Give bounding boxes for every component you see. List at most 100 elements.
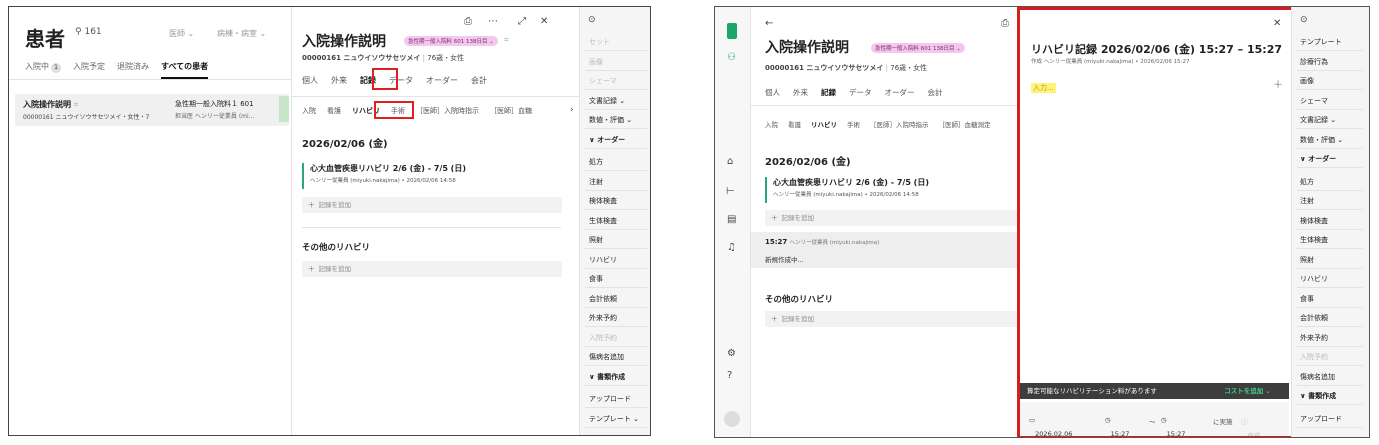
rehab-record[interactable]: 心大血管疾患リハビリ 2/6 (金) - 7/5 (日) ヘンリー従業員 (mi… xyxy=(765,177,1015,203)
tab-outpatient[interactable]: 外来 xyxy=(331,75,347,86)
patient-id-line: 00000161 ニュウイソウサセツメイ | 76歳・女性 xyxy=(765,64,928,72)
settings-icon[interactable]: ⚙ xyxy=(727,349,736,359)
add-record-button[interactable]: ＋記録を追加 xyxy=(765,210,1019,226)
sidebar-item[interactable]: リハビリ xyxy=(1300,274,1328,284)
sidebar-divider xyxy=(585,170,647,171)
close-icon[interactable]: ✕ xyxy=(540,17,548,27)
sidebar-item[interactable]: 処方 xyxy=(589,157,603,167)
sidebar-item[interactable]: アップロード xyxy=(589,394,631,404)
subtab-surgery[interactable]: 手術 xyxy=(847,119,860,129)
sidebar-item[interactable]: 生体検査 xyxy=(1300,235,1328,245)
sidebar-item[interactable]: ∨ オーダー xyxy=(1300,154,1336,164)
subtab-rehab[interactable]: リハビリ xyxy=(811,119,837,129)
subtab-glucose[interactable]: ［医師］血糖 xyxy=(490,106,532,116)
ward-badge[interactable]: 急性期一般入院料 601 138日目 ⌄ xyxy=(871,43,965,53)
sidebar-item[interactable]: テンプレート xyxy=(1300,37,1342,47)
subtab-nursing[interactable]: 看護 xyxy=(327,106,341,116)
ward-filter[interactable]: 病棟・病室 ⌄ xyxy=(217,28,266,39)
tab-discharged[interactable]: 退院済み xyxy=(117,61,149,79)
bell-nav-icon[interactable]: ♫ xyxy=(727,243,736,253)
rehab-record[interactable]: 心大血管疾患リハビリ 2/6 (金) - 7/5 (日) ヘンリー従業員 (mi… xyxy=(302,163,562,189)
sidebar-divider xyxy=(585,50,647,51)
doctor-filter[interactable]: 医師 ⌄ xyxy=(169,28,194,39)
sidebar-item[interactable]: 診療行為 xyxy=(1300,57,1328,67)
sidebar-item[interactable]: リハビリ xyxy=(589,255,617,265)
subtab-nursing[interactable]: 看護 xyxy=(788,119,801,129)
draft-record[interactable]: 15:27 ヘンリー従業員 (miyuki.nakajima) 新規作成中... xyxy=(751,232,1019,268)
tab-scheduled[interactable]: 入院予定 xyxy=(73,61,105,79)
sidebar-item[interactable]: 外来予約 xyxy=(1300,333,1328,343)
sidebar-item[interactable]: 照射 xyxy=(1300,255,1314,265)
sidebar-item[interactable]: 文書記録 ⌄ xyxy=(589,96,625,106)
add-other-record-button[interactable]: ＋記録を追加 xyxy=(302,261,562,277)
sidebar-item[interactable]: アップロード xyxy=(1300,414,1342,424)
print-icon[interactable]: ⎙ xyxy=(1001,19,1009,29)
sidebar-item[interactable]: ∨ オーダー xyxy=(589,135,625,145)
tab-records[interactable]: 記録 xyxy=(821,87,836,98)
sidebar-item[interactable]: 傷病名追加 xyxy=(1300,372,1335,382)
subtab-admission-orders[interactable]: ［医師］入院時指示 xyxy=(870,119,929,129)
sidebar-item[interactable]: 検体検査 xyxy=(1300,216,1328,226)
help-icon[interactable]: ⊙ xyxy=(1300,15,1308,25)
document-nav-icon[interactable]: ▤ xyxy=(727,215,736,225)
record-title: 心大血管疾患リハビリ 2/6 (金) - 7/5 (日) xyxy=(773,178,929,187)
sidebar-item[interactable]: ∨ 書類作成 xyxy=(589,372,625,382)
sidebar-item[interactable]: 注射 xyxy=(589,177,603,187)
sidebar-item[interactable]: 会計依頼 xyxy=(589,294,617,304)
sidebar-item[interactable]: ∨ 書類作成 xyxy=(1300,391,1336,401)
avatar[interactable] xyxy=(724,411,740,427)
sidebar-item[interactable]: 数値・評価 ⌄ xyxy=(589,115,632,125)
tab-data[interactable]: データ xyxy=(849,87,872,98)
patient-name: 入院操作説明 ⌗ xyxy=(23,100,79,109)
ward-badge[interactable]: 急性期一般入院料 601 138日目 ⌄ xyxy=(404,36,498,46)
patient-row[interactable]: 入院操作説明 ⌗ 00000161 ニュウイソウサセツメイ・女性・7 急性期一般… xyxy=(15,94,289,126)
sidebar-item[interactable]: 数値・評価 ⌄ xyxy=(1300,135,1343,145)
tab-billing[interactable]: 会計 xyxy=(928,87,943,98)
sidebar-item[interactable]: 食事 xyxy=(1300,294,1314,304)
add-other-record-button[interactable]: ＋記録を追加 xyxy=(765,311,1019,327)
tab-outpatient[interactable]: 外来 xyxy=(793,87,808,98)
tab-all-patients[interactable]: すべての患者 xyxy=(161,61,209,79)
sidebar-item: 入院予約 xyxy=(589,333,617,342)
patient-search[interactable]: ⚲ 161 xyxy=(75,27,102,37)
sidebar-item[interactable]: 注射 xyxy=(1300,196,1314,206)
app-logo xyxy=(727,23,737,39)
sidebar-item[interactable]: 文書記録 ⌄ xyxy=(1300,115,1336,125)
sidebar-item[interactable]: 会計依頼 xyxy=(1300,313,1328,323)
sidebar-divider xyxy=(1297,267,1363,269)
tab-personal[interactable]: 個人 xyxy=(302,75,318,86)
patients-nav-icon[interactable]: ⚇ xyxy=(727,53,736,63)
tab-admitted[interactable]: 入院中 1 xyxy=(25,61,61,79)
sidebar-item[interactable]: シェーマ xyxy=(1300,96,1328,106)
home-nav-icon[interactable]: ⌂ xyxy=(727,157,733,167)
sidebar-item[interactable]: テンプレート ⌄ xyxy=(589,414,639,424)
sidebar-item[interactable]: 生体検査 xyxy=(589,216,617,226)
subtab-inpatient[interactable]: 入院 xyxy=(765,119,778,129)
tab-orders[interactable]: オーダー xyxy=(885,87,915,98)
more-icon[interactable]: ⋯ xyxy=(488,17,498,27)
sidebar-item[interactable]: 画像 xyxy=(1300,76,1314,86)
memo-icon[interactable]: ⌗ xyxy=(504,35,509,45)
chevron-right-icon[interactable]: › xyxy=(570,105,574,115)
tab-personal[interactable]: 個人 xyxy=(765,87,780,98)
sidebar-item[interactable]: 検体検査 xyxy=(589,196,617,206)
sidebar-item[interactable]: 照射 xyxy=(589,235,603,245)
help-badge-icon[interactable]: ? xyxy=(727,371,732,381)
sidebar-divider xyxy=(1297,404,1363,405)
sidebar-item[interactable]: 外来予約 xyxy=(589,313,617,323)
subtab-glucose[interactable]: ［医師］血糖測定 xyxy=(939,119,991,129)
print-icon[interactable]: ⎙ xyxy=(464,17,472,27)
sidebar-item[interactable]: 食事 xyxy=(589,274,603,284)
sidebar-item[interactable]: 傷病名追加 xyxy=(589,352,624,362)
help-icon[interactable]: ⊙ xyxy=(588,15,596,25)
subtab-admission-orders[interactable]: ［医師］入院時指示 xyxy=(416,106,479,116)
tab-billing[interactable]: 会計 xyxy=(471,75,487,86)
back-icon[interactable]: ← xyxy=(765,19,773,29)
tab-orders[interactable]: オーダー xyxy=(426,75,458,86)
add-record-button[interactable]: ＋記録を追加 xyxy=(302,197,562,213)
subtab-inpatient[interactable]: 入院 xyxy=(302,106,316,116)
expand-icon[interactable]: ⤢ xyxy=(518,17,526,27)
sidebar-item[interactable]: 処方 xyxy=(1300,177,1314,187)
bed-nav-icon[interactable]: ⊢ xyxy=(726,187,735,197)
sidebar-divider xyxy=(585,128,647,129)
